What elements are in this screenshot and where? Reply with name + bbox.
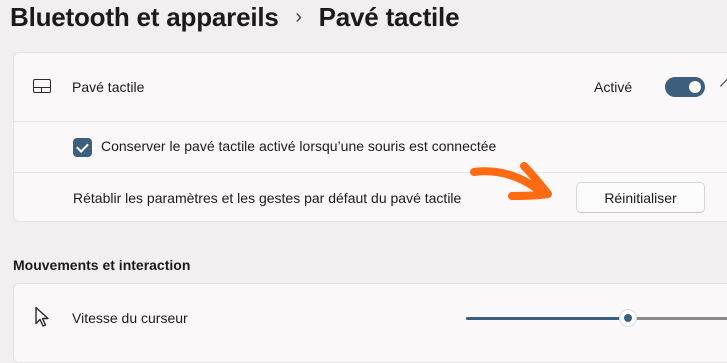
cursor-speed-slider[interactable] [466,308,727,328]
keep-touchpad-on-checkbox[interactable] [73,138,92,157]
cursor-speed-label: Vitesse du curseur [72,310,188,326]
breadcrumb-separator: › [295,5,302,28]
touchpad-title: Pavé tactile [72,79,145,95]
reset-button[interactable]: Réinitialiser [576,182,705,213]
toggle-knob [689,81,701,93]
touchpad-state-label: Activé [594,79,633,95]
mouse-pointer-icon [35,306,49,327]
touchpad-header-row[interactable]: Pavé tactile Activé [14,53,727,121]
page-title: Pavé tactile [318,1,460,32]
keep-touchpad-on-label[interactable]: Conserver le pavé tactile activé lorsqu’… [101,138,496,154]
movement-section-heading: Mouvements et interaction [13,257,191,273]
orange-arrow-annotation [470,162,552,200]
keep-touchpad-on-row: Conserver le pavé tactile activé lorsqu’… [14,121,727,172]
touchpad-settings-card: Pavé tactile Activé Conserver le pavé ta… [13,52,727,222]
reset-description: Rétablir les paramètres et les gestes pa… [73,190,462,206]
cursor-speed-card: Vitesse du curseur [13,283,727,363]
slider-fill [466,317,628,320]
touchpad-toggle[interactable] [665,77,705,97]
chevron-up-icon[interactable] [719,78,727,94]
breadcrumb: Bluetooth et appareils › Pavé tactile [10,0,460,34]
touchpad-icon [33,79,51,93]
breadcrumb-parent-link[interactable]: Bluetooth et appareils [10,2,279,33]
slider-thumb[interactable] [619,309,637,327]
reset-touchpad-row: Rétablir les paramètres et les gestes pa… [14,172,727,222]
